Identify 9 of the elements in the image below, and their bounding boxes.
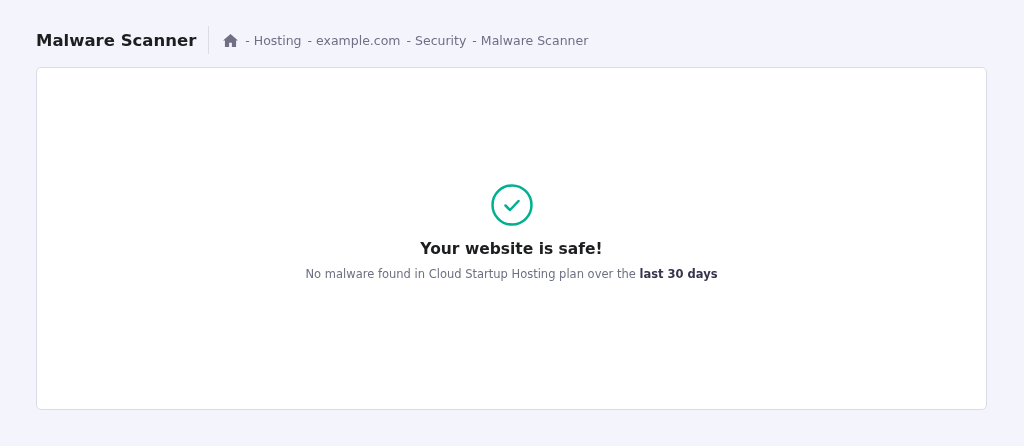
status-message: No malware found in Cloud Startup Hosting plan over the last 30 days (305, 267, 718, 281)
page-title: Malware Scanner (36, 30, 197, 50)
breadcrumb-link[interactable]: - Security (406, 32, 467, 48)
check-circle-icon (490, 184, 533, 226)
breadcrumb-link[interactable]: - example.com (307, 32, 401, 48)
status-heading: Your website is safe! (420, 240, 603, 258)
home-icon[interactable] (223, 33, 239, 47)
breadcrumb-link[interactable]: - Hosting (245, 32, 302, 48)
breadcrumb-link[interactable]: - Malware Scanner (472, 32, 589, 48)
